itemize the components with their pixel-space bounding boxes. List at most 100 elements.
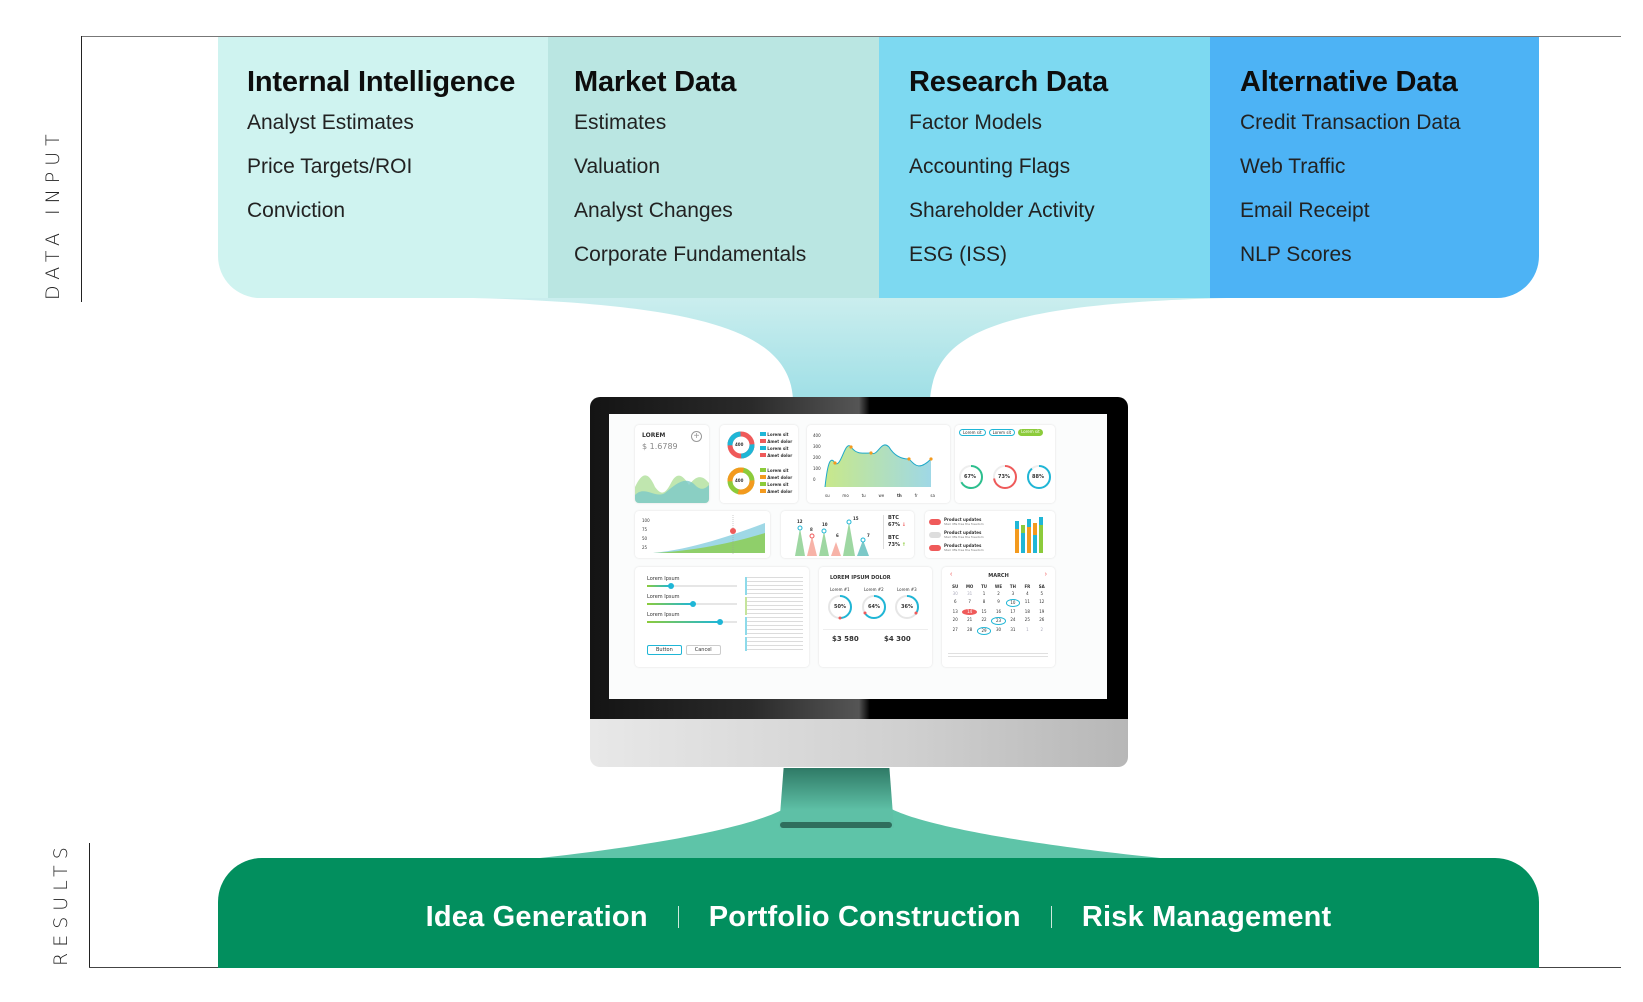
column-item: Valuation: [574, 155, 661, 178]
calendar-date[interactable]: 13: [948, 609, 962, 615]
pill-rings-card: Lorem sit Lorem sit Lorem sit 67% 73% 88…: [955, 425, 1055, 503]
amount-value: $4 300: [884, 635, 911, 643]
y-tick: 200: [813, 455, 821, 460]
input-funnel: [420, 297, 1280, 400]
toggle-subtitle: Stair lifts free the freedom: [944, 534, 984, 539]
area-chart: [824, 444, 933, 488]
column-alternative-data: Alternative Data Credit Transaction Data…: [1210, 37, 1539, 298]
x-tick: we: [878, 493, 885, 498]
toggle-switch-off[interactable]: [929, 531, 941, 538]
calendar-date[interactable]: 7: [962, 599, 976, 607]
line-y-ticks: 100 75 50 25: [642, 516, 650, 552]
peak-label: 10: [822, 522, 828, 527]
slider[interactable]: [647, 618, 737, 626]
calendar-date[interactable]: 5: [1035, 591, 1049, 597]
calendar-date[interactable]: 26: [1035, 617, 1049, 625]
calendar-date[interactable]: 17: [1006, 609, 1020, 615]
calendar-date[interactable]: 14: [962, 609, 977, 615]
primary-button[interactable]: Button: [647, 645, 682, 655]
x-tick: th: [897, 493, 902, 498]
stats-card: LOREM IPSUM DOLOR Lorem #1 Lorem #2 Lore…: [819, 567, 932, 667]
calendar-date[interactable]: 30: [948, 591, 962, 597]
calendar-date[interactable]: 29: [976, 627, 992, 635]
calendar-date[interactable]: 12: [1035, 599, 1049, 607]
result-portfolio-construction: Portfolio Construction: [708, 900, 1021, 933]
toggle-switch-on[interactable]: [929, 544, 941, 551]
calendar-note: [948, 653, 1048, 659]
calendar-date[interactable]: 30: [991, 627, 1005, 635]
calendar-date[interactable]: 19: [1035, 609, 1049, 615]
slider-thumb[interactable]: [690, 601, 697, 607]
amount-value: $3 580: [832, 635, 859, 643]
calendar-date[interactable]: 21: [962, 617, 976, 625]
calendar-date[interactable]: 2: [991, 591, 1005, 597]
pill-row: Lorem sit Lorem sit Lorem sit: [959, 429, 1043, 436]
y-tick: 100: [642, 518, 650, 523]
toggle-title: Product updates: [944, 516, 982, 522]
cancel-button[interactable]: Cancel: [685, 645, 721, 655]
toggle-list: Product updates Stair lifts free the free…: [929, 515, 984, 554]
column-market-data: Market Data Estimates Valuation Analyst …: [548, 37, 879, 298]
slider-thumb[interactable]: [717, 619, 724, 625]
calendar-date[interactable]: 31: [1006, 627, 1020, 635]
results-band: Idea Generation Portfolio Construction R…: [218, 858, 1539, 968]
toggle-title: Product updates: [944, 542, 982, 548]
slider[interactable]: [647, 600, 737, 608]
bullet-text: [745, 617, 803, 635]
calendar-date[interactable]: 25: [1020, 617, 1034, 625]
calendar-date[interactable]: 16: [991, 609, 1005, 615]
calendar-weekday: SU: [952, 584, 959, 589]
stacked-bar-chart: [1015, 517, 1043, 553]
y-tick: 50: [642, 536, 648, 541]
column-title: Market Data: [574, 66, 737, 98]
result-idea-generation: Idea Generation: [425, 900, 648, 933]
donut-legend: Lorem sit Amet dolor Lorem sit Amet dolo…: [760, 467, 792, 495]
calendar-date[interactable]: 2: [1035, 627, 1049, 635]
column-internal-intelligence: Internal Intelligence Analyst Estimates …: [218, 37, 548, 298]
data-input-band: Internal Intelligence Analyst Estimates …: [218, 37, 1539, 298]
arrow-up-icon: ↑: [901, 542, 906, 548]
plus-icon[interactable]: +: [691, 431, 702, 442]
calendar-date[interactable]: 27: [948, 627, 962, 635]
donut-legend-card: 400 400 Lorem sit Amet dolor Lorem sit A…: [720, 425, 798, 503]
slider-thumb[interactable]: [667, 583, 674, 589]
calendar-date[interactable]: 20: [948, 617, 962, 625]
calendar-date[interactable]: 15: [977, 609, 991, 615]
calendar-date[interactable]: 4: [1020, 591, 1034, 597]
calendar-date[interactable]: 1: [1020, 627, 1034, 635]
pill-button-active[interactable]: Lorem sit: [1018, 429, 1043, 436]
area-chart-card: 400 300 200 100 0 su mo tu we th fr sa: [807, 425, 950, 503]
calendar-weekday: TH: [1009, 584, 1016, 589]
column-item: Estimates: [574, 111, 667, 134]
pill-button[interactable]: Lorem sit: [959, 429, 986, 436]
btc-label: BTC: [888, 515, 899, 521]
toggle-switch-on[interactable]: [929, 518, 941, 525]
slider-group: Lorem Ipsum Lorem Ipsum Lorem Ipsum: [647, 576, 737, 626]
calendar-date[interactable]: 23: [991, 617, 1006, 625]
calendar-date[interactable]: 6: [948, 599, 962, 607]
calendar-date[interactable]: 1: [977, 591, 991, 597]
legend-item: Lorem sit: [760, 445, 792, 452]
ring-percent: 36%: [901, 604, 913, 610]
calendar-date[interactable]: 31: [962, 591, 976, 597]
lorem-value-card: LOREM $ 1.6789 +: [635, 425, 709, 503]
legend-item: Amet dolor: [760, 474, 792, 481]
slider[interactable]: [647, 582, 737, 590]
column-item: ESG (ISS): [909, 243, 1008, 266]
calendar-date[interactable]: 10: [1005, 599, 1021, 607]
legend-item: Lorem sit: [760, 481, 792, 488]
pill-button[interactable]: Lorem sit: [988, 429, 1016, 436]
calendar-date[interactable]: 24: [1006, 617, 1020, 625]
column-title: Internal Intelligence: [247, 66, 516, 98]
y-tick: 400: [813, 433, 821, 438]
calendar-date[interactable]: 3: [1006, 591, 1020, 597]
calendar-date[interactable]: 11: [1020, 599, 1034, 607]
calendar-date[interactable]: 22: [977, 617, 991, 625]
column-research-data: Research Data Factor Models Accounting F…: [879, 37, 1210, 298]
x-tick: su: [825, 493, 830, 498]
calendar-date[interactable]: 28: [962, 627, 976, 635]
calendar-date[interactable]: 9: [991, 599, 1005, 607]
calendar-date[interactable]: 18: [1020, 609, 1034, 615]
monitor: LOREM $ 1.6789 + 400 400 Lorem sit Amet: [590, 397, 1128, 767]
calendar-date[interactable]: 8: [977, 599, 991, 607]
